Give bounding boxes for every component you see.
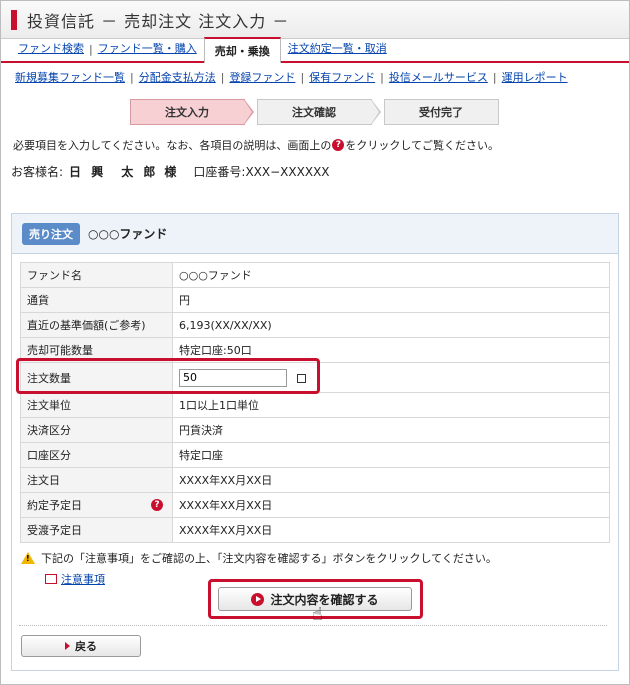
nav-separator: | bbox=[300, 70, 305, 84]
row-value: 特定口座 bbox=[172, 442, 610, 468]
divider bbox=[19, 625, 607, 626]
instruction-part: をクリックしてご覧ください。 bbox=[345, 139, 500, 152]
nav-new-funds[interactable]: 新規募集ファンド一覧 bbox=[15, 69, 125, 85]
row-label: 受渡予定日 bbox=[20, 517, 173, 543]
nav-separator: | bbox=[220, 70, 225, 84]
nav-separator: | bbox=[380, 70, 384, 84]
page-header: 投資信託 － 売却注文 注文入力 － bbox=[1, 1, 629, 39]
customer-info: お客様名: 日 興 太 郎 様 口座番号:XXX−XXXXXX bbox=[11, 163, 629, 180]
table-row: 注文単位 1口以上1口単位 bbox=[20, 392, 610, 418]
table-row: 約定予定日? XXXX年XX月XX日 bbox=[20, 492, 610, 518]
customer-label: お客様名: bbox=[11, 165, 64, 179]
nav-held-funds[interactable]: 保有ファンド bbox=[309, 69, 375, 85]
customer-honorific: 様 bbox=[164, 165, 180, 179]
notice-message: 下記の「注意事項」をご確認の上、「注文内容を確認する」ボタンをクリックしてくださ… bbox=[41, 552, 497, 565]
window: 投資信託 － 売却注文 注文入力 － ファンド検索 | ファンド一覧・購入 売却… bbox=[0, 0, 630, 685]
table-row: 決済区分 円貨決済 bbox=[20, 417, 610, 443]
step-label: 注文入力 bbox=[165, 106, 209, 119]
table-row: 口座区分 特定口座 bbox=[20, 442, 610, 468]
secondary-nav: 新規募集ファンド一覧 | 分配金支払方法 | 登録ファンド | 保有ファンド |… bbox=[1, 63, 629, 91]
notice-text: ! 下記の「注意事項」をご確認の上、「注文内容を確認する」ボタンをクリックしてく… bbox=[21, 550, 497, 566]
sell-order-badge: 売り注文 bbox=[22, 222, 80, 245]
step-order-confirm: 注文確認 bbox=[256, 99, 381, 125]
row-value: 1口以上1口単位 bbox=[172, 392, 610, 418]
hand-cursor-icon: ☝ bbox=[312, 604, 323, 625]
nav-registered-funds[interactable]: 登録ファンド bbox=[229, 69, 295, 85]
row-value: 円 bbox=[172, 287, 610, 313]
instruction-text: 必要項目を入力してください。なお、各項目の説明は、画面上の ? をクリックしてご… bbox=[13, 137, 629, 153]
caution-link[interactable]: 注意事項 bbox=[61, 571, 105, 587]
instruction-part: 必要項目を入力してください。なお、各項目の説明は、画面上の bbox=[13, 139, 332, 152]
row-label: 注文単位 bbox=[20, 392, 173, 418]
nav-fund-search[interactable]: ファンド検索 bbox=[13, 40, 89, 61]
warning-icon: ! bbox=[21, 552, 35, 564]
nav-fund-list[interactable]: ファンド一覧・購入 bbox=[93, 40, 202, 61]
play-icon bbox=[251, 592, 265, 606]
table-row: 受渡予定日 XXXX年XX月XX日 bbox=[20, 517, 610, 543]
nav-report[interactable]: 運用レポート bbox=[502, 69, 568, 85]
step-label: 受付完了 bbox=[419, 106, 463, 119]
row-value: ○○○ファンド bbox=[172, 262, 610, 288]
order-table: ファンド名 ○○○ファンド 通貨円 直近の基準価額(ご参考) 6,193(XX/XX… bbox=[20, 262, 610, 543]
nav-order-list[interactable]: 注文約定一覧・取消 bbox=[283, 40, 392, 61]
caution-link-row: 注意事項 bbox=[45, 571, 105, 587]
account-number: 口座番号:XXX−XXXXXX bbox=[193, 165, 330, 179]
primary-nav: ファンド検索 | ファンド一覧・購入 売却・乗換 注文約定一覧・取消 bbox=[1, 37, 629, 63]
step-order-input: 注文入力 bbox=[129, 99, 254, 125]
page-title: 投資信託 － 売却注文 注文入力 － bbox=[27, 11, 290, 31]
row-value: XXXX年XX月XX日 bbox=[172, 517, 610, 543]
row-label: 直近の基準価額(ご参考) bbox=[20, 312, 173, 338]
triangle-icon bbox=[65, 642, 70, 650]
step-label: 注文確認 bbox=[292, 106, 336, 119]
back-button-label: 戻る bbox=[75, 640, 97, 653]
table-row: 通貨円 bbox=[20, 287, 610, 313]
nav-separator: | bbox=[130, 70, 134, 84]
panel-header: 売り注文 ○○○ファンド bbox=[12, 214, 618, 254]
help-icon[interactable]: ? bbox=[151, 499, 163, 511]
row-label: 通貨 bbox=[20, 287, 173, 313]
help-icon: ? bbox=[332, 139, 345, 151]
nav-separator: | bbox=[492, 70, 497, 84]
row-value: 円貨決済 bbox=[172, 417, 610, 443]
nav-distribution[interactable]: 分配金支払方法 bbox=[139, 69, 216, 85]
table-row: ファンド名 ○○○ファンド bbox=[20, 262, 610, 288]
row-label: 決済区分 bbox=[20, 417, 173, 443]
panel-fund-name: ○○○ファンド bbox=[88, 227, 168, 241]
quantity-highlight bbox=[16, 358, 320, 394]
header-accent bbox=[11, 9, 17, 30]
back-button[interactable]: 戻る bbox=[21, 635, 141, 657]
step-arrow-fill bbox=[370, 100, 379, 124]
confirm-button-label: 注文内容を確認する bbox=[270, 592, 379, 607]
row-label: 約定予定日? bbox=[20, 492, 173, 518]
row-label: 注文日 bbox=[20, 467, 173, 493]
row-label: 口座区分 bbox=[20, 442, 173, 468]
row-value: XXXX年XX月XX日 bbox=[172, 492, 610, 518]
step-complete: 受付完了 bbox=[383, 99, 499, 125]
tab-sell-switch[interactable]: 売却・乗換 bbox=[203, 37, 281, 63]
row-value: XXXX年XX月XX日 bbox=[172, 467, 610, 493]
table-row: 直近の基準価額(ご参考) 6,193(XX/XX/XX) bbox=[20, 312, 610, 338]
customer-name: 日 興 太 郎 bbox=[69, 165, 159, 179]
row-label-text: 約定予定日 bbox=[27, 499, 82, 512]
document-icon bbox=[45, 574, 57, 584]
step-arrow-fill bbox=[243, 100, 252, 124]
row-label: ファンド名 bbox=[20, 262, 173, 288]
row-value: 6,193(XX/XX/XX) bbox=[172, 312, 610, 338]
nav-mail-service[interactable]: 投信メールサービス bbox=[389, 69, 488, 85]
progress-steps: 注文入力 注文確認 受付完了 bbox=[1, 99, 629, 125]
table-row: 注文日 XXXX年XX月XX日 bbox=[20, 467, 610, 493]
